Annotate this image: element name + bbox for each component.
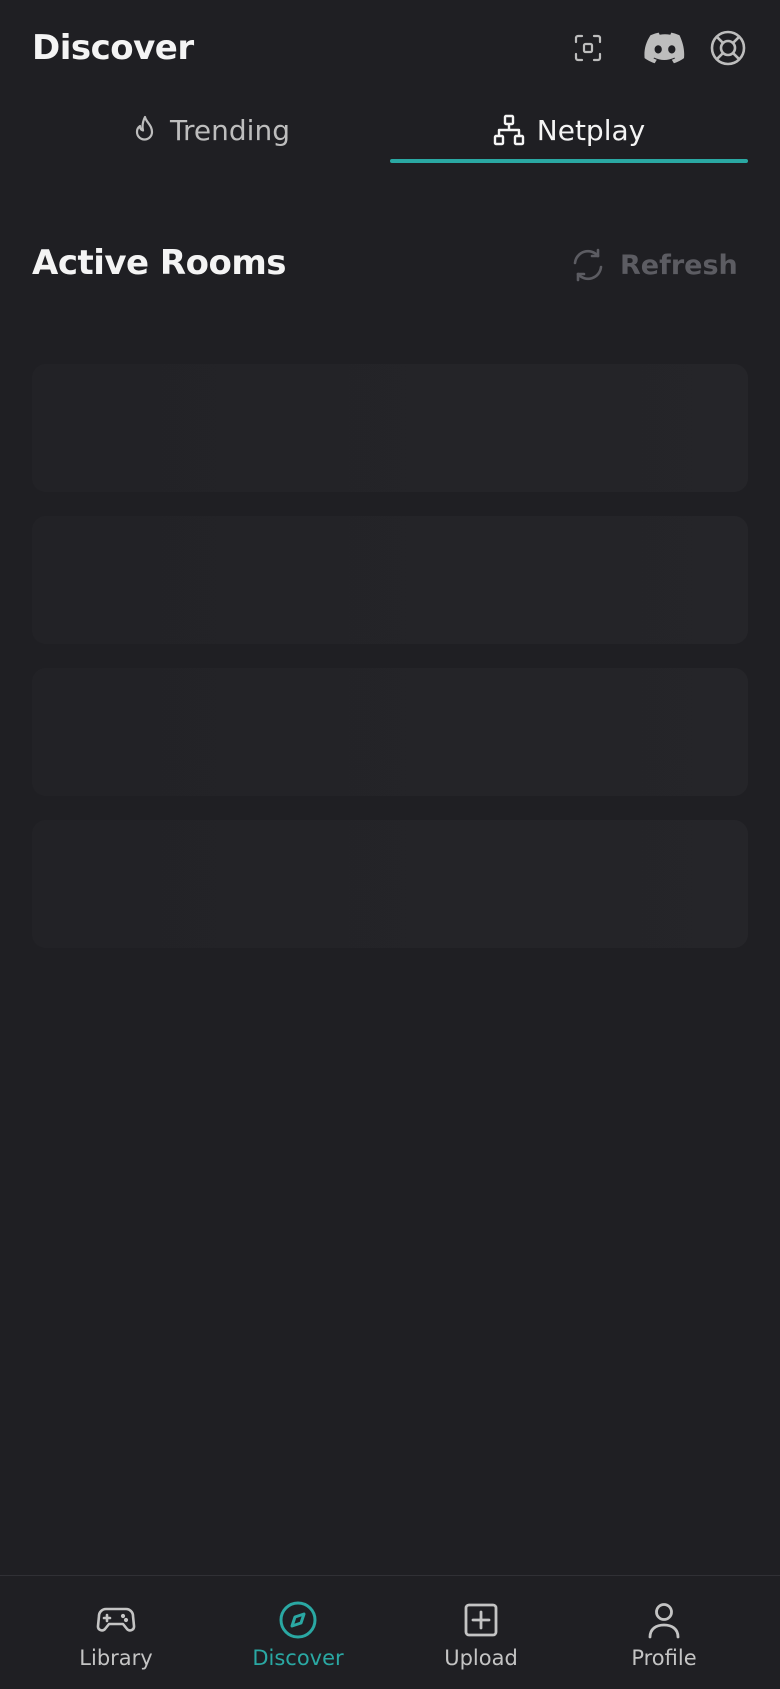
nav-profile-label: Profile xyxy=(631,1646,697,1670)
tab-netplay[interactable]: Netplay xyxy=(390,96,748,164)
active-tab-indicator xyxy=(390,159,748,163)
room-skeleton xyxy=(32,668,748,796)
network-icon xyxy=(493,114,525,146)
plus-square-icon xyxy=(463,1600,499,1640)
tab-netplay-label: Netplay xyxy=(536,113,646,147)
tab-trending-label: Trending xyxy=(170,113,290,147)
user-icon xyxy=(647,1600,681,1640)
room-skeleton xyxy=(32,820,748,948)
nav-upload[interactable]: Upload xyxy=(391,1600,571,1670)
scan-icon[interactable] xyxy=(567,27,609,69)
tab-bar: Trending Netplay xyxy=(32,96,748,164)
flame-icon xyxy=(132,115,158,145)
gamepad-icon xyxy=(96,1600,136,1640)
help-lifebuoy-icon[interactable] xyxy=(707,27,749,69)
nav-library[interactable]: Library xyxy=(26,1600,206,1670)
refresh-button[interactable]: Refresh xyxy=(570,240,738,290)
discord-icon[interactable] xyxy=(642,27,688,69)
room-skeleton xyxy=(32,364,748,492)
refresh-icon xyxy=(570,247,606,283)
compass-icon xyxy=(278,1600,318,1640)
bottom-nav: Library Discover Upload Profile xyxy=(0,1575,780,1689)
page-title: Discover xyxy=(32,28,194,68)
nav-upload-label: Upload xyxy=(444,1646,518,1670)
room-skeleton xyxy=(32,516,748,644)
nav-library-label: Library xyxy=(79,1646,153,1670)
rooms-list xyxy=(32,364,748,972)
nav-profile[interactable]: Profile xyxy=(574,1600,754,1670)
refresh-label: Refresh xyxy=(620,249,738,281)
tab-trending[interactable]: Trending xyxy=(32,96,390,164)
nav-discover-label: Discover xyxy=(252,1646,344,1670)
nav-discover[interactable]: Discover xyxy=(208,1600,388,1670)
app-header: Discover xyxy=(0,0,780,96)
section-title: Active Rooms xyxy=(32,243,287,283)
